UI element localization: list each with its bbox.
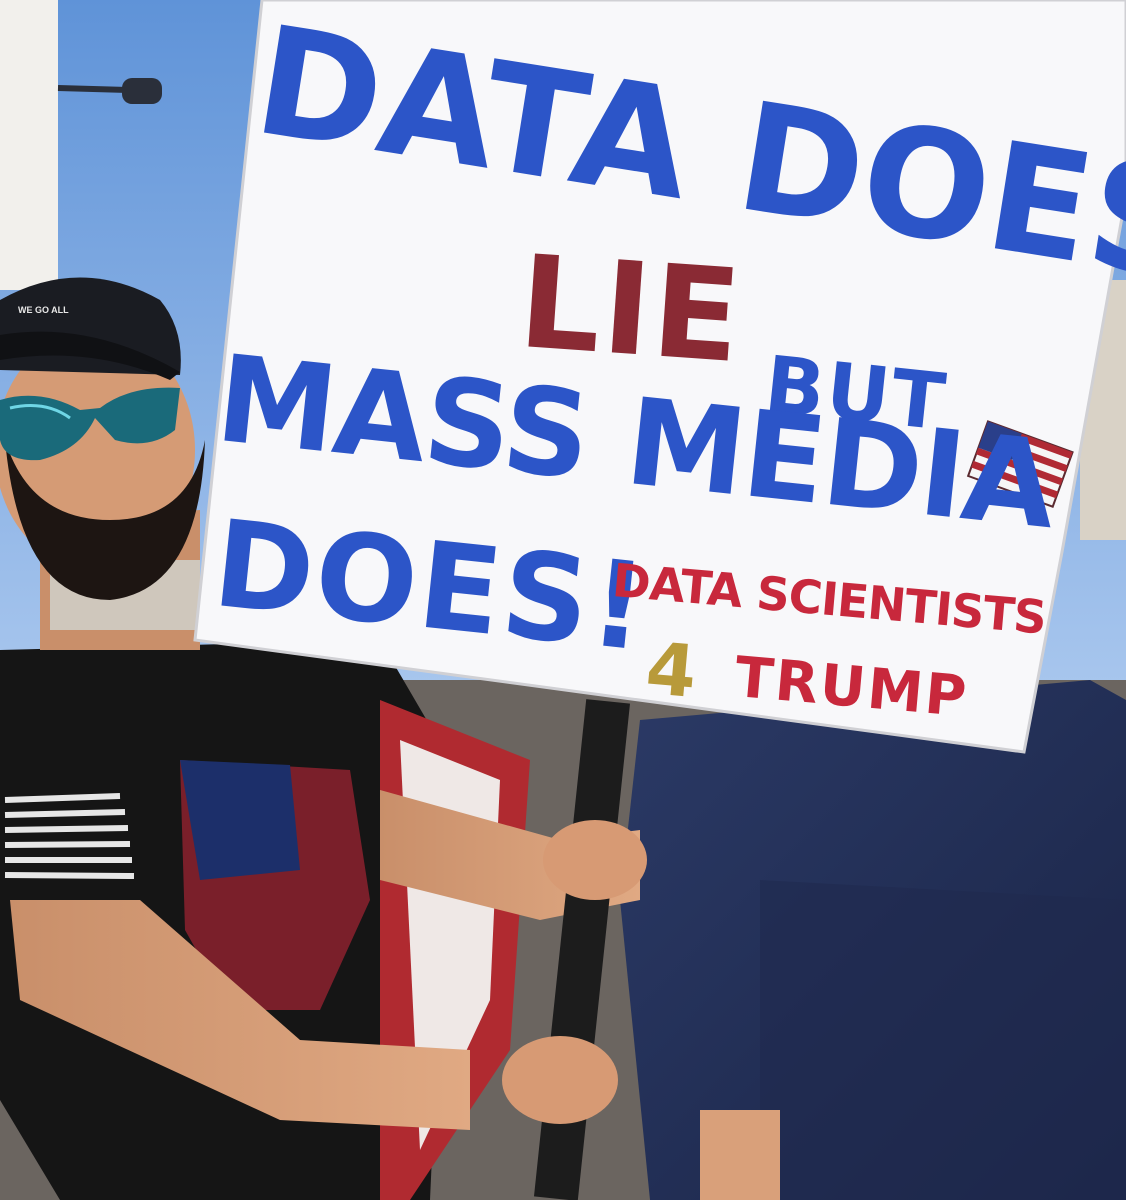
street-lamp: [57, 85, 131, 93]
cap-logo-text: WE GO ALL: [18, 305, 69, 315]
left-banner: [0, 0, 58, 290]
sign-credit-4: 4: [642, 626, 702, 715]
upper-hand: [543, 820, 647, 900]
lower-hand: [502, 1036, 618, 1124]
